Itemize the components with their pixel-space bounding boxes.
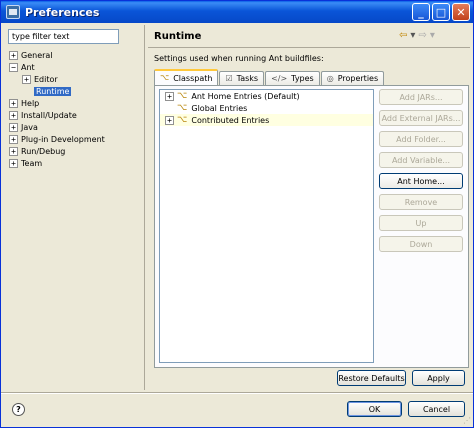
classpath-list[interactable]: + ⌥ Ant Home Entries (Default) ⌥ Global … <box>159 89 374 363</box>
expand-icon[interactable]: + <box>22 74 31 84</box>
types-icon: </> <box>271 73 288 83</box>
entry-label: Ant Home Entries (Default) <box>191 91 300 101</box>
expand-icon[interactable]: + <box>9 122 18 132</box>
collapse-icon[interactable]: − <box>9 62 18 72</box>
window-title: Preferences <box>25 5 100 19</box>
title-bar[interactable]: Preferences _ □ ✕ <box>1 1 473 23</box>
preference-tree: + General − Ant + Editor Runtime + Help … <box>9 49 144 169</box>
tree-item-label[interactable]: Run/Debug <box>21 147 65 156</box>
forward-dropdown-icon[interactable]: ▾ <box>430 31 435 41</box>
list-item[interactable]: + ⌥ Contributed Entries <box>160 114 373 126</box>
back-dropdown-icon[interactable]: ▾ <box>410 31 415 41</box>
expand-icon[interactable]: + <box>9 50 18 60</box>
tree-item-run-debug[interactable]: + Run/Debug <box>9 145 144 157</box>
tree-item-label[interactable]: Install/Update <box>21 111 77 120</box>
down-button[interactable]: Down <box>379 236 463 252</box>
tree-item-label[interactable]: Team <box>21 159 42 168</box>
expand-icon[interactable]: + <box>9 134 18 144</box>
tab-label: Properties <box>337 74 379 83</box>
tree-item-label[interactable]: Plug-in Development <box>21 135 105 144</box>
remove-button[interactable]: Remove <box>379 194 463 210</box>
tab-label: Types <box>291 74 314 83</box>
expand-icon[interactable]: + <box>9 146 18 156</box>
preferences-window: Preferences _ □ ✕ + General − Ant + Edit… <box>0 0 474 428</box>
classpath-icon: ⌥ <box>160 73 170 82</box>
expand-icon[interactable]: + <box>9 110 18 120</box>
minimize-button[interactable]: _ <box>412 3 430 21</box>
header-divider <box>148 47 470 48</box>
tree-item-ant[interactable]: − Ant <box>9 61 144 73</box>
filter-input[interactable] <box>8 29 119 44</box>
up-button[interactable]: Up <box>379 215 463 231</box>
ant-home-button[interactable]: Ant Home... <box>379 173 463 189</box>
add-variable-button[interactable]: Add Variable... <box>379 152 463 168</box>
tab-types[interactable]: </> Types <box>265 71 320 85</box>
page-description: Settings used when running Ant buildfile… <box>154 54 324 63</box>
properties-icon: ◎ <box>326 73 334 83</box>
tree-item-editor[interactable]: + Editor <box>9 73 144 85</box>
pane-sash[interactable] <box>144 25 145 390</box>
list-item[interactable]: + ⌥ Ant Home Entries (Default) <box>160 90 373 102</box>
close-button[interactable]: ✕ <box>452 3 470 21</box>
tab-label: Classpath <box>173 73 213 83</box>
back-arrow-icon[interactable]: ⇦ <box>399 31 407 41</box>
tree-item-plugin-development[interactable]: + Plug-in Development <box>9 133 144 145</box>
tree-item-label[interactable]: Java <box>21 123 38 132</box>
apply-button[interactable]: Apply <box>412 370 465 386</box>
tree-item-java[interactable]: + Java <box>9 121 144 133</box>
tab-properties[interactable]: ◎ Properties <box>320 71 385 85</box>
tree-item-label[interactable]: Help <box>21 99 39 108</box>
preferences-icon <box>6 5 20 19</box>
tree-item-label[interactable]: Editor <box>34 75 58 84</box>
tab-tasks[interactable]: ☑ Tasks <box>219 71 265 85</box>
tree-item-label[interactable]: Runtime <box>34 86 72 96</box>
tree-item-install-update[interactable]: + Install/Update <box>9 109 144 121</box>
expand-icon[interactable]: + <box>165 91 174 101</box>
add-folder-button[interactable]: Add Folder... <box>379 131 463 147</box>
entry-label: Contributed Entries <box>191 115 270 125</box>
classpath-entry-icon: ⌥ <box>177 102 188 113</box>
add-jars-button[interactable]: Add JARs... <box>379 89 463 105</box>
list-item[interactable]: ⌥ Global Entries <box>160 102 373 114</box>
ok-button[interactable]: OK <box>347 401 402 417</box>
classpath-panel: + ⌥ Ant Home Entries (Default) ⌥ Global … <box>154 85 469 368</box>
tree-item-help[interactable]: + Help <box>9 97 144 109</box>
history-nav: ⇦ ▾ ⇨ ▾ <box>399 31 435 41</box>
tree-item-general[interactable]: + General <box>9 49 144 61</box>
tree-item-runtime[interactable]: Runtime <box>9 85 144 97</box>
classpath-entry-icon: ⌥ <box>177 90 188 101</box>
tree-item-team[interactable]: + Team <box>9 157 144 169</box>
classpath-entry-icon: ⌥ <box>177 114 188 125</box>
tab-label: Tasks <box>236 74 259 83</box>
expand-icon[interactable]: + <box>165 115 174 125</box>
restore-defaults-button[interactable]: Restore Defaults <box>337 370 406 386</box>
tree-item-label[interactable]: Ant <box>21 63 35 72</box>
add-external-jars-button[interactable]: Add External JARs... <box>379 110 463 126</box>
resize-grip-icon[interactable]: ⋰ <box>463 417 471 425</box>
tasks-icon: ☑ <box>225 73 233 83</box>
tree-item-label[interactable]: General <box>21 51 53 60</box>
expand-icon[interactable]: + <box>9 158 18 168</box>
cancel-button[interactable]: Cancel <box>408 401 465 417</box>
maximize-button[interactable]: □ <box>432 3 450 21</box>
tab-classpath[interactable]: ⌥ Classpath <box>154 69 219 85</box>
expand-icon[interactable]: + <box>9 98 18 108</box>
entry-label: Global Entries <box>191 103 248 113</box>
forward-arrow-icon[interactable]: ⇨ <box>418 31 426 41</box>
page-title: Runtime <box>154 31 202 42</box>
tab-bar: ⌥ Classpath ☑ Tasks </> Types ◎ Properti… <box>154 69 385 85</box>
help-icon[interactable]: ? <box>12 403 25 416</box>
